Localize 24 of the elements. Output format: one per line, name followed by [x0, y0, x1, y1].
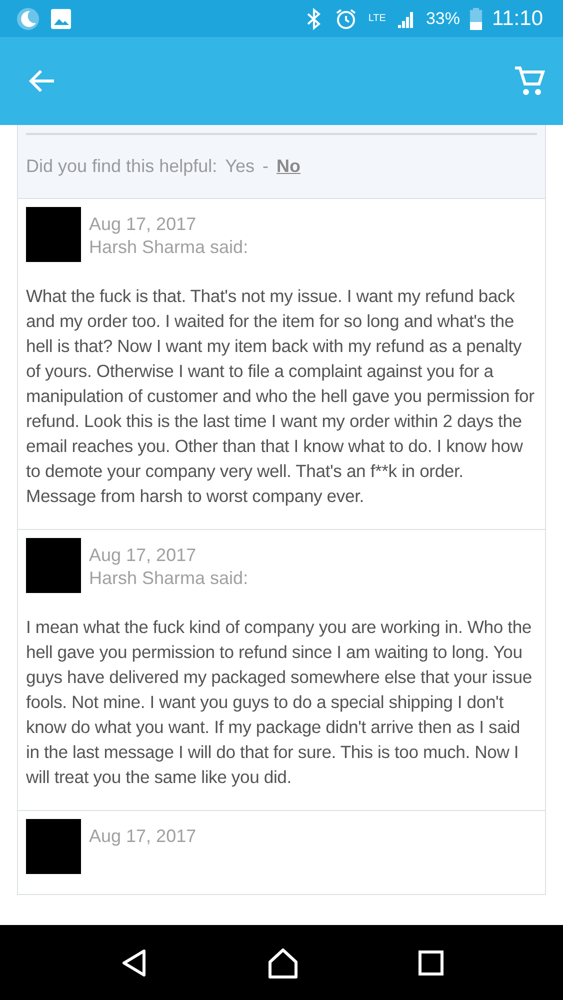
comment-author: Harsh Sharma said:	[89, 567, 248, 590]
comment-text: I mean what the fuck kind of company you are working in. Who the hell gave you permission to refund since I am waiting to long. You guys have delivered my packaged somewhere else that your issue fools. Not mine. I want you guys to do a special shipping I don't know do what you want. If my package didn't arrive then as I said in the last message I will do that for sure. This is too much. Now I will treat you the same like you did.	[26, 616, 533, 789]
back-icon[interactable]	[120, 948, 148, 978]
avatar	[26, 538, 81, 593]
comment-date: Aug 17, 2017	[89, 825, 196, 848]
battery-percentage: 33%	[426, 8, 460, 30]
avatar	[26, 819, 81, 874]
moon-icon	[16, 6, 40, 30]
comment-author: Harsh Sharma said:	[89, 236, 248, 259]
comment-text: What the fuck is that. That's not my issue. I want my refund back and my order too. I waited for the item for so long and what's the hell is that? Now I want my item back with my refund as a penalty of yours. Otherwise I want to file a complaint against you for a manipulation of customer and who the hell gave you permission for refund. Look this is the last time I want my order within 2 days the email reaches you. Other than that I know what to do. I know how to demote your company very well. That's an f**k in order. Message from harsh to worst company ever.	[26, 285, 536, 508]
network-type: LTE	[368, 14, 386, 24]
clock: 11:10	[492, 6, 543, 32]
home-icon[interactable]	[266, 946, 298, 978]
image-icon	[50, 8, 72, 30]
avatar	[26, 207, 81, 262]
helpful-question: Did you find this helpful:	[26, 155, 218, 178]
recent-apps-icon[interactable]	[418, 950, 444, 976]
vote-link[interactable]: Yes	[225, 153, 254, 180]
comment-date: Aug 17, 2017	[89, 213, 198, 236]
separator: -	[262, 155, 268, 178]
comment-date: Aug 17, 2017	[89, 544, 198, 567]
alarm-icon	[334, 6, 358, 30]
battery-icon	[470, 8, 482, 30]
vote-link[interactable]: No	[276, 153, 300, 180]
